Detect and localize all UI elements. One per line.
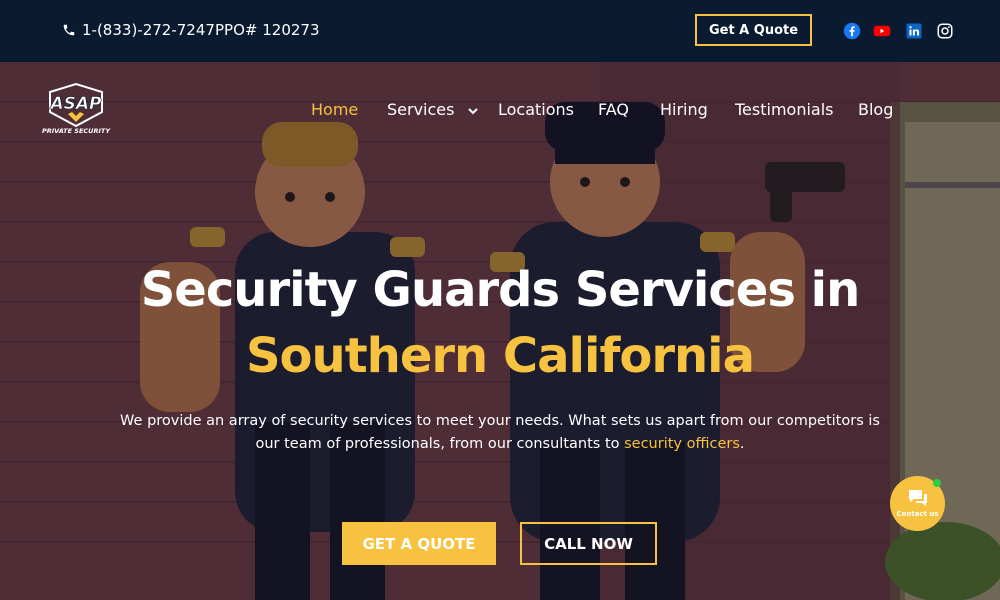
nav-blog[interactable]: Blog bbox=[858, 100, 893, 119]
nav-faq[interactable]: FAQ bbox=[598, 100, 629, 119]
nav-testimonials[interactable]: Testimonials bbox=[735, 100, 834, 119]
nav-home[interactable]: Home bbox=[311, 100, 358, 119]
instagram-icon[interactable] bbox=[936, 22, 954, 40]
chevron-down-icon bbox=[467, 107, 478, 114]
get-quote-top-button[interactable]: Get A Quote bbox=[695, 14, 812, 46]
youtube-icon[interactable] bbox=[873, 22, 891, 40]
get-quote-button[interactable]: GET A QUOTE bbox=[342, 522, 496, 565]
facebook-icon[interactable] bbox=[843, 22, 861, 40]
hero-headline: Security Guards Services in bbox=[140, 262, 861, 318]
phone-link[interactable]: 1-(833)-272-7247 bbox=[62, 21, 215, 39]
nav-hiring[interactable]: Hiring bbox=[660, 100, 708, 119]
logo-subtext: PRIVATE SECURITY bbox=[42, 127, 111, 135]
chat-icon bbox=[909, 490, 927, 506]
linkedin-icon[interactable] bbox=[905, 22, 923, 40]
hero-section: ASAP PRIVATE SECURITY Home Services Loca… bbox=[0, 62, 1000, 600]
contact-us-label: Contact us bbox=[896, 510, 939, 518]
description-text: We provide an array of security services… bbox=[120, 413, 880, 452]
main-nav: Home Services Locations FAQ Hiring Testi… bbox=[0, 100, 1000, 124]
call-now-button[interactable]: CALL NOW bbox=[520, 522, 657, 565]
phone-number: 1-(833)-272-7247 bbox=[82, 21, 215, 39]
top-bar: 1-(833)-272-7247 PPO# 120273 Get A Quote bbox=[0, 0, 1000, 62]
online-status-dot bbox=[933, 479, 941, 487]
nav-locations[interactable]: Locations bbox=[498, 100, 574, 119]
nav-services[interactable]: Services bbox=[387, 100, 478, 119]
description-end: . bbox=[739, 436, 745, 452]
ppo-number: PPO# 120273 bbox=[215, 21, 320, 39]
hero-description: We provide an array of security services… bbox=[110, 410, 890, 456]
nav-services-label: Services bbox=[387, 100, 455, 119]
contact-us-widget[interactable]: Contact us bbox=[890, 476, 945, 531]
hero-headline-highlight: Southern California bbox=[245, 328, 755, 384]
security-officers-link[interactable]: security officers bbox=[624, 436, 740, 452]
phone-icon bbox=[63, 24, 75, 36]
